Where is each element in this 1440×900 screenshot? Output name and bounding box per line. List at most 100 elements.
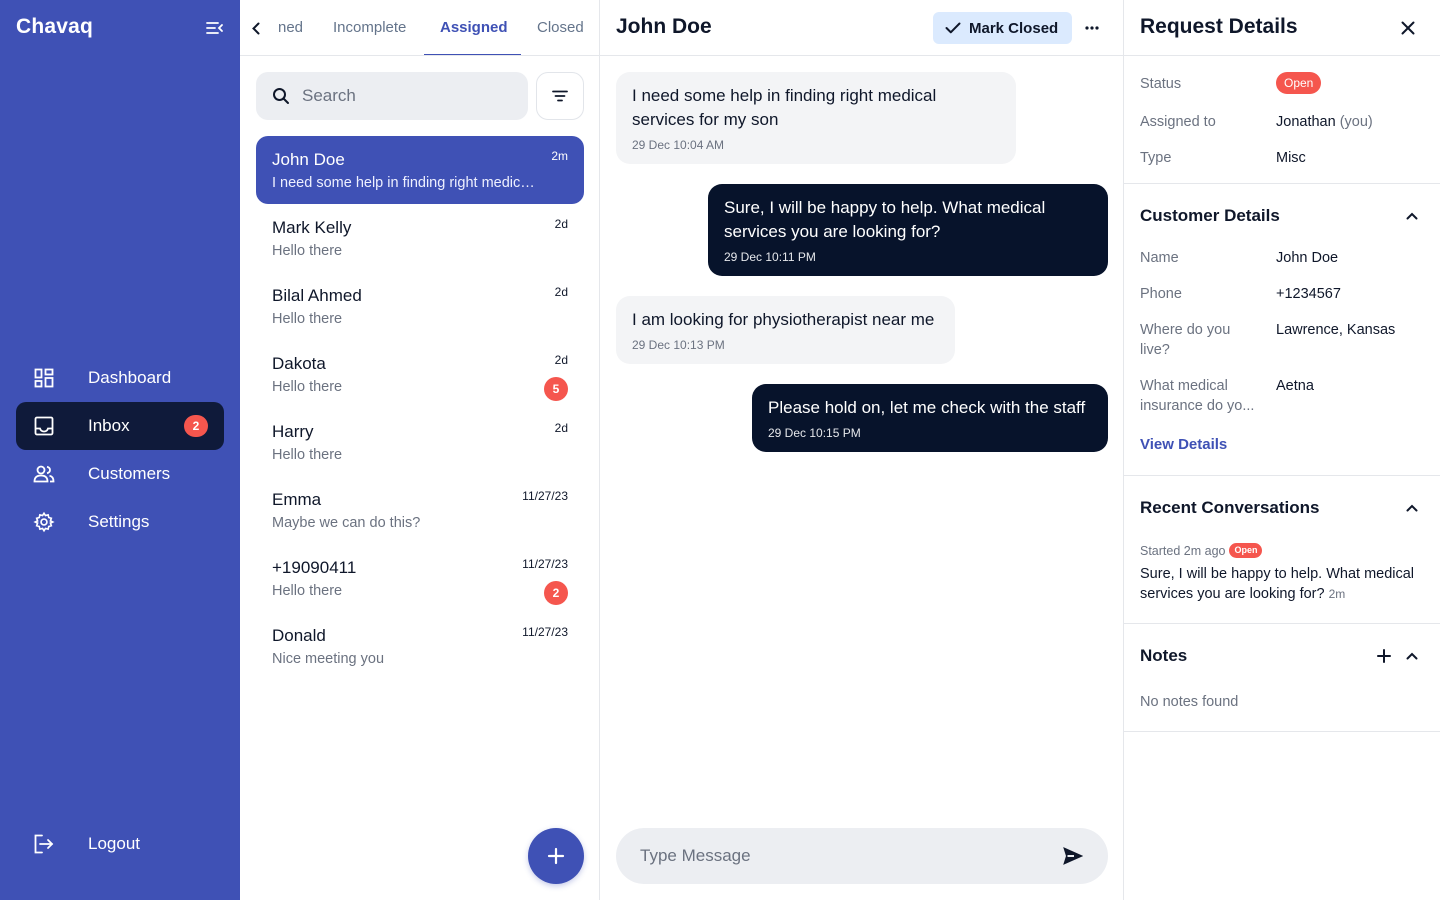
- recent-conversation-meta: Started 2m ago Open: [1140, 543, 1263, 558]
- view-details-link[interactable]: View Details: [1140, 436, 1227, 453]
- collapse-sidebar-button[interactable]: [204, 18, 226, 38]
- conversation-preview: Hello there: [272, 583, 343, 599]
- active-tab-indicator: [424, 54, 521, 55]
- chevron-left-icon: [252, 22, 260, 34]
- notes-title: Notes: [1140, 646, 1188, 665]
- recent-conversations-title: Recent Conversations: [1140, 498, 1320, 517]
- details-header: Request Details: [1124, 0, 1440, 56]
- notes-empty-state: No notes found: [1140, 694, 1239, 710]
- type-value: Misc: [1276, 150, 1306, 166]
- recent-conversation-item[interactable]: Sure, I will be happy to help. What medi…: [1140, 564, 1430, 604]
- conversation-name: Bilal Ahmed: [272, 286, 362, 305]
- chat-title: John Doe: [616, 15, 712, 38]
- search-input[interactable]: [302, 86, 502, 106]
- conversation-item[interactable]: +19090411 Hello there 11/27/23 2: [256, 544, 584, 612]
- plus-icon: [547, 847, 565, 865]
- conversation-preview: Hello there: [272, 379, 343, 395]
- insurance-label: What medical insurance do yo...: [1140, 378, 1255, 414]
- close-icon: [1401, 21, 1415, 35]
- details-title: Request Details: [1140, 15, 1298, 38]
- request-info-section: Status Open Assigned to Jonathan (you) T…: [1124, 56, 1440, 184]
- collapse-notes[interactable]: [1404, 648, 1420, 664]
- dashboard-icon: [32, 366, 56, 390]
- conversation-time: 11/27/23: [522, 625, 568, 639]
- filter-button[interactable]: [536, 72, 584, 120]
- conversation-item[interactable]: Harry Hello there 2d: [256, 408, 584, 476]
- logout-label: Logout: [88, 834, 140, 853]
- mark-closed-button[interactable]: Mark Closed: [933, 12, 1072, 44]
- conversation-preview: Hello there: [272, 243, 343, 259]
- inbox-unread-badge: 2: [184, 415, 208, 437]
- tab-incomplete[interactable]: Incomplete: [333, 0, 406, 55]
- conversation-item[interactable]: Dakota Hello there 2d 5: [256, 340, 584, 408]
- collapse-customer-details[interactable]: [1404, 208, 1420, 224]
- assigned-you: (you): [1339, 114, 1373, 130]
- tab-closed[interactable]: Closed: [537, 0, 584, 55]
- unread-badge: 5: [544, 377, 568, 401]
- new-conversation-button[interactable]: [528, 828, 584, 884]
- conversation-item[interactable]: Bilal Ahmed Hello there 2d: [256, 272, 584, 340]
- customer-details-title: Customer Details: [1140, 206, 1280, 225]
- type-label: Type: [1140, 150, 1172, 166]
- plus-icon: [1377, 649, 1391, 663]
- sidebar-item-inbox[interactable]: Inbox 2: [16, 402, 224, 450]
- conversation-item[interactable]: Donald Nice meeting you 11/27/23: [256, 612, 584, 680]
- status-badge: Open: [1276, 72, 1322, 94]
- status-label: Status: [1140, 76, 1182, 92]
- close-details-button[interactable]: [1398, 18, 1418, 38]
- filter-icon: [552, 90, 568, 102]
- outgoing-message: Sure, I will be happy to help. What medi…: [708, 184, 1108, 276]
- tab-unassigned[interactable]: ned: [278, 0, 303, 55]
- recent-conversation-ago: 2m: [1328, 587, 1346, 601]
- message-text: Sure, I will be happy to help. What medi…: [724, 198, 1046, 241]
- name-label: Name: [1140, 250, 1179, 266]
- recent-conversations-section: Recent Conversations Started 2m ago Open…: [1124, 476, 1440, 624]
- add-note-button[interactable]: [1376, 648, 1392, 664]
- sidebar: Chavaq Dashboard Inbox 2 Customers Setti…: [0, 0, 240, 900]
- name-value: John Doe: [1276, 250, 1339, 266]
- tabs-scroll-left-button[interactable]: [252, 18, 268, 38]
- collapse-menu-icon: [206, 22, 223, 34]
- recent-conversation-text: Sure, I will be happy to help. What medi…: [1140, 566, 1415, 602]
- sidebar-item-dashboard[interactable]: Dashboard: [16, 354, 224, 402]
- conversation-time: 2d: [554, 285, 568, 299]
- message-composer: [616, 828, 1108, 884]
- conversation-item[interactable]: John Doe I need some help in finding rig…: [256, 136, 584, 204]
- conversation-preview: Hello there: [272, 447, 343, 463]
- phone-label: Phone: [1140, 286, 1182, 302]
- outgoing-message: Please hold on, let me check with the st…: [752, 384, 1108, 452]
- conversation-name: John Doe: [272, 150, 345, 169]
- sidebar-item-customers[interactable]: Customers: [16, 450, 224, 498]
- incoming-message: I need some help in finding right medica…: [616, 72, 1016, 164]
- conversation-time: 2m: [551, 149, 568, 163]
- conversation-item[interactable]: Mark Kelly Hello there 2d: [256, 204, 584, 272]
- conversation-item[interactable]: Emma Maybe we can do this? 11/27/23: [256, 476, 584, 544]
- recent-started-text: Started 2m ago: [1140, 543, 1226, 558]
- chevron-up-icon: [1406, 652, 1418, 660]
- sidebar-item-label: Customers: [88, 464, 171, 483]
- message-time: 29 Dec 10:13 PM: [632, 338, 725, 352]
- sidebar-item-settings[interactable]: Settings: [16, 498, 224, 546]
- send-button[interactable]: [1062, 846, 1084, 866]
- more-options-button[interactable]: [1082, 16, 1102, 40]
- inbox-icon: [32, 414, 56, 438]
- mark-closed-label: Mark Closed: [969, 19, 1059, 37]
- sidebar-item-label: Dashboard: [88, 368, 172, 387]
- location-value: Lawrence, Kansas: [1276, 322, 1396, 338]
- recent-status-badge: Open: [1229, 543, 1263, 558]
- message-time: 29 Dec 10:04 AM: [632, 138, 725, 152]
- message-input[interactable]: [640, 846, 1040, 866]
- conversation-time: 2d: [554, 217, 568, 231]
- conversation-name: Harry: [272, 422, 314, 441]
- collapse-recent-conversations[interactable]: [1404, 500, 1420, 516]
- conversation-preview: Nice meeting you: [272, 651, 385, 667]
- chat-header: John Doe Mark Closed: [600, 0, 1123, 56]
- location-label: Where do you live?: [1140, 322, 1231, 358]
- conversation-preview: I need some help in finding right medica…: [272, 175, 536, 191]
- message-time: 29 Dec 10:15 PM: [768, 426, 861, 440]
- brand-logo: Chavaq: [16, 15, 94, 38]
- sidebar-nav: Dashboard Inbox 2 Customers Settings: [16, 354, 224, 546]
- conversation-preview: Maybe we can do this?: [272, 515, 421, 531]
- tab-assigned[interactable]: Assigned: [440, 0, 508, 55]
- logout-button[interactable]: Logout: [16, 820, 224, 868]
